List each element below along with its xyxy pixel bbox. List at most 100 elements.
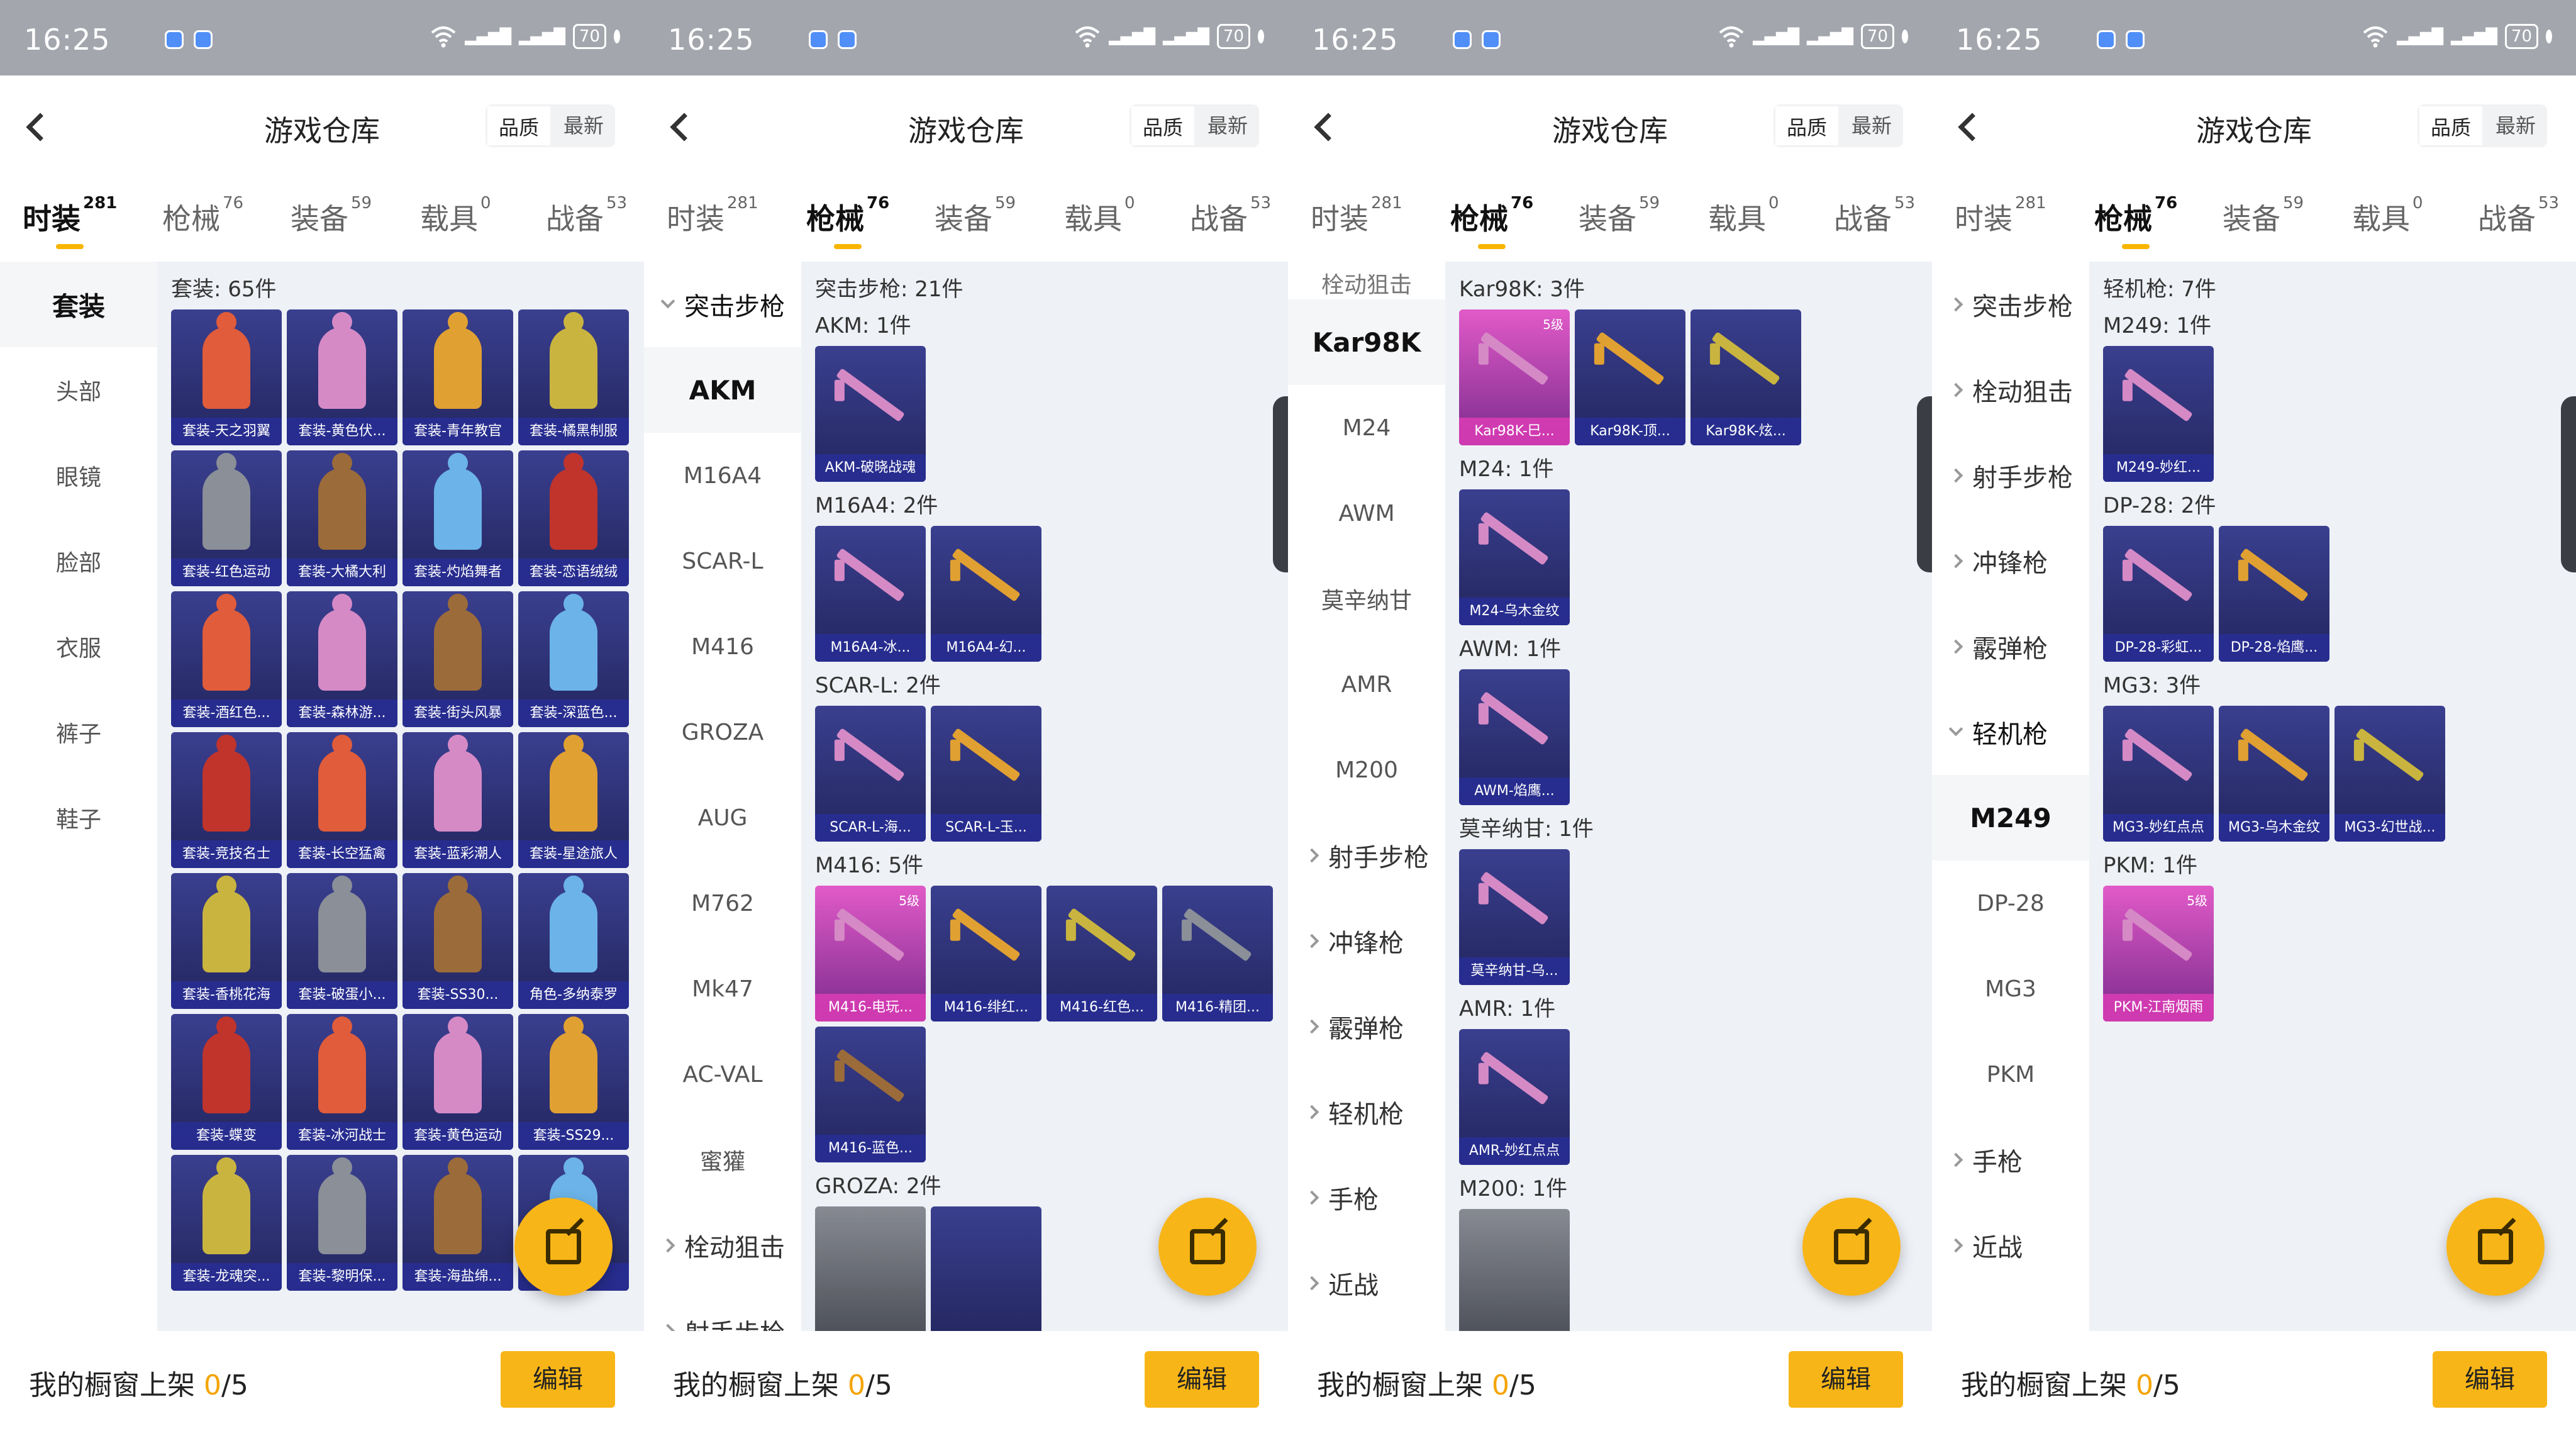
sidebar-item[interactable]: 近战 [1932, 1203, 2089, 1288]
sidebar-item[interactable]: 近战 [1288, 1240, 1445, 1326]
item-card[interactable]: DP-28-彩虹... [2103, 526, 2214, 662]
item-card[interactable]: 套装-冰河战士 [287, 1014, 397, 1150]
item-card[interactable]: AMR-妙红点点 [1459, 1029, 1570, 1165]
sidebar-item[interactable]: M416 [644, 604, 801, 689]
item-card[interactable]: DP-28-焰鹰... [2219, 526, 2329, 662]
tab-category[interactable]: 时装 281 [667, 194, 758, 238]
item-card[interactable]: 套装-竞技名士 [171, 732, 282, 868]
sidebar-item[interactable]: 突击步枪 [644, 262, 801, 347]
sidebar-item[interactable]: Mk47 [644, 946, 801, 1032]
item-card[interactable]: 套装-长空猛禽 [287, 732, 397, 868]
share-button[interactable] [1802, 1198, 1901, 1296]
item-card[interactable]: Kar98K-炫... [1690, 309, 1801, 445]
sidebar-item[interactable]: AWM [1288, 471, 1445, 556]
tab-category[interactable]: 载具 0 [1708, 194, 1779, 238]
sidebar-item[interactable]: AMR [1288, 642, 1445, 727]
sidebar-item[interactable]: 栓动狙击 [644, 1203, 801, 1288]
sidebar-item[interactable]: 套装 [0, 262, 157, 347]
item-card[interactable]: 套装-橘黑制服 [518, 309, 629, 445]
item-card[interactable]: 套装-星途旅人 [518, 732, 629, 868]
item-card[interactable]: AKM-破晓战魂 [815, 346, 926, 482]
item-card[interactable]: M416-蓝色... [815, 1027, 926, 1162]
sort-quality-button[interactable]: 品质 [1773, 104, 1840, 147]
share-button[interactable] [1158, 1198, 1257, 1296]
item-card[interactable]: SCAR-L-海... [815, 706, 926, 842]
sidebar-item[interactable]: 蜜獾 [644, 1117, 801, 1203]
item-card[interactable]: 5级 PKM-江南烟雨 [2103, 886, 2214, 1022]
sidebar-item[interactable]: Kar98K [1288, 299, 1445, 385]
sort-quality-button[interactable]: 品质 [1129, 104, 1196, 147]
sidebar-item[interactable]: 射手步枪 [1932, 433, 2089, 518]
tab-category[interactable]: 装备 59 [291, 194, 372, 238]
scroll-handle[interactable] [1273, 396, 1288, 572]
sidebar-item[interactable]: 冲锋枪 [1932, 518, 2089, 604]
item-card[interactable]: MG3-妙红点点 [2103, 706, 2214, 842]
tab-category[interactable]: 战备 53 [1834, 194, 1915, 238]
item-card[interactable]: 套装-龙魂突... [171, 1155, 282, 1291]
tab-category[interactable]: 战备 53 [546, 194, 627, 238]
sidebar-item[interactable]: 射手步枪 [1288, 813, 1445, 898]
sidebar-item[interactable]: AC-VAL [644, 1032, 801, 1117]
item-card[interactable]: 套装-香桃花海 [171, 873, 282, 1009]
tab-category[interactable]: 时装 281 [1955, 194, 2046, 238]
sidebar-item[interactable]: 栓动狙击 [1288, 262, 1445, 299]
tab-category[interactable]: 枪械 76 [1450, 194, 1533, 249]
tab-category[interactable]: 时装 281 [1311, 194, 1402, 238]
sidebar-item[interactable]: 莫辛纳甘 [1288, 556, 1445, 642]
sidebar-item[interactable]: PKM [1932, 1032, 2089, 1117]
item-card[interactable]: 套装-森林游... [287, 591, 397, 727]
item-card[interactable]: SCAR-L-玉... [931, 706, 1041, 842]
sidebar-item[interactable]: SCAR-L [644, 518, 801, 604]
sidebar-item[interactable]: 轻机枪 [1288, 1069, 1445, 1155]
sidebar-item[interactable]: 手枪 [1932, 1117, 2089, 1203]
tab-category[interactable]: 装备 59 [935, 194, 1016, 238]
sidebar-item[interactable]: 射手步枪 [644, 1288, 801, 1331]
item-card[interactable] [815, 1206, 926, 1331]
tab-category[interactable]: 枪械 76 [162, 194, 243, 238]
scroll-handle[interactable] [1917, 396, 1932, 572]
sidebar-item[interactable]: 霰弹枪 [1288, 984, 1445, 1069]
tab-category[interactable]: 载具 0 [1064, 194, 1135, 238]
tab-category[interactable]: 战备 53 [2478, 194, 2559, 238]
share-button[interactable] [514, 1198, 613, 1296]
tab-category[interactable]: 枪械 76 [2094, 194, 2177, 249]
item-card[interactable]: 套装-红色运动 [171, 450, 282, 586]
edit-button[interactable]: 编辑 [2433, 1351, 2547, 1408]
item-card[interactable]: 套装-破蛋小... [287, 873, 397, 1009]
item-card[interactable]: 套装-海盐绵... [402, 1155, 513, 1291]
sidebar-item[interactable]: 冲锋枪 [1288, 898, 1445, 984]
item-card[interactable]: 套装-街头风暴 [402, 591, 513, 727]
item-card[interactable]: 套装-黄色伏... [287, 309, 397, 445]
item-card[interactable]: MG3-幻世战... [2334, 706, 2445, 842]
sidebar-item[interactable]: 突击步枪 [1932, 262, 2089, 347]
item-card[interactable]: 套装-天之羽翼 [171, 309, 282, 445]
sidebar-item[interactable]: MG3 [1932, 946, 2089, 1032]
item-card[interactable]: 套装-酒红色... [171, 591, 282, 727]
sidebar-item[interactable]: 栓动狙击 [1932, 347, 2089, 433]
item-card[interactable]: 套装-蓝彩潮人 [402, 732, 513, 868]
item-card[interactable]: 莫辛纳甘-乌... [1459, 849, 1570, 985]
item-card[interactable]: AWM-焰鹰... [1459, 669, 1570, 805]
item-card[interactable]: 套装-灼焰舞者 [402, 450, 513, 586]
tab-category[interactable]: 枪械 76 [806, 194, 889, 249]
tab-category[interactable]: 装备 59 [1579, 194, 1660, 238]
item-card[interactable]: M16A4-冰... [815, 526, 926, 662]
item-card[interactable]: 套装-恋语绒绒 [518, 450, 629, 586]
item-card[interactable]: 套装-黄色运动 [402, 1014, 513, 1150]
sidebar-item[interactable]: M762 [644, 860, 801, 946]
sort-latest-button[interactable]: 最新 [1196, 104, 1259, 147]
share-button[interactable] [2446, 1198, 2545, 1296]
sort-latest-button[interactable]: 最新 [1840, 104, 1903, 147]
item-card[interactable]: M249-妙红... [2103, 346, 2214, 482]
sidebar-item[interactable]: GROZA [644, 689, 801, 775]
item-card[interactable]: M416-红色... [1046, 886, 1157, 1022]
tab-category[interactable]: 载具 0 [420, 194, 491, 238]
sort-quality-button[interactable]: 品质 [485, 104, 552, 147]
sidebar-item[interactable]: M16A4 [644, 433, 801, 518]
edit-button[interactable]: 编辑 [501, 1351, 615, 1408]
item-card[interactable]: M416-绯红... [931, 886, 1041, 1022]
sidebar-item[interactable]: 鞋子 [0, 775, 157, 860]
item-card[interactable]: MG3-乌木金纹 [2219, 706, 2329, 842]
item-card[interactable] [1459, 1209, 1570, 1331]
edit-button[interactable]: 编辑 [1789, 1351, 1903, 1408]
